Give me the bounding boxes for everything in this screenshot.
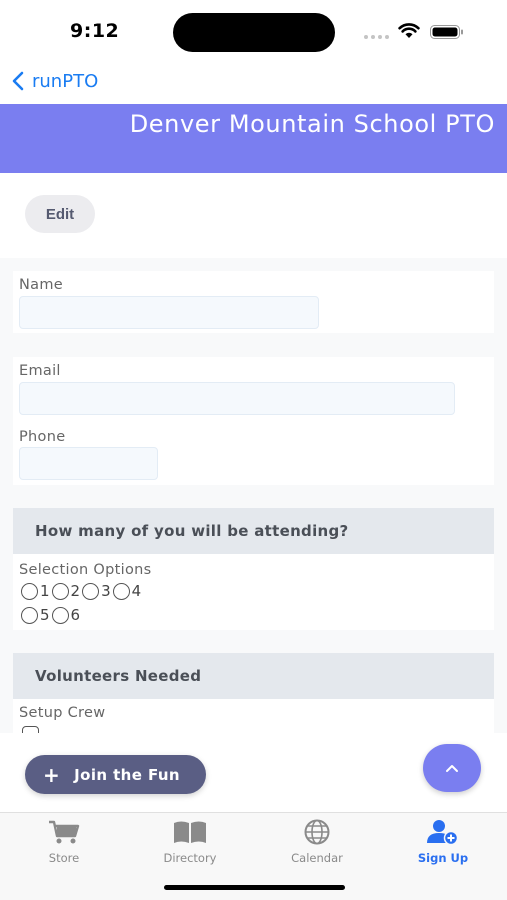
cart-icon (49, 820, 80, 844)
attending-section-header: How many of you will be attending? (13, 508, 494, 554)
attending-options-card: Selection Options 1 2 3 4 5 6 (13, 554, 494, 630)
radio-circle[interactable] (51, 582, 69, 600)
plus-icon: + (43, 762, 61, 787)
radio-label: 1 (40, 582, 50, 600)
tab-label: Store (48, 851, 80, 865)
radio-option[interactable]: 5 (21, 606, 52, 624)
edit-strip: Edit (0, 173, 507, 258)
radio-row-1: 1 2 3 4 (21, 582, 143, 600)
page-title: Denver Mountain School PTO (129, 110, 495, 138)
radio-label: 5 (40, 606, 50, 624)
wifi-icon (398, 23, 420, 38)
back-label: runPTO (32, 70, 99, 92)
radio-label: 2 (70, 582, 81, 600)
radio-option[interactable]: 4 (112, 582, 144, 600)
contact-card: Email Phone (13, 357, 494, 485)
tab-directory[interactable]: Directory (135, 819, 245, 865)
battery-icon (430, 25, 463, 39)
tab-sign-up[interactable]: Sign Up (388, 819, 498, 865)
volunteers-section-header: Volunteers Needed (13, 653, 494, 699)
status-bar: 9:12 (0, 0, 507, 62)
radio-label: 6 (70, 606, 81, 624)
email-label: Email (19, 363, 61, 379)
phone-input[interactable] (19, 447, 158, 480)
home-indicator (164, 885, 345, 890)
add-user-icon (427, 820, 459, 845)
cellular-signal-icon (364, 35, 390, 39)
join-label: Join the Fun (74, 765, 181, 784)
book-icon (174, 821, 206, 843)
dynamic-island (173, 13, 335, 52)
radio-circle[interactable] (51, 606, 69, 624)
radio-label: 4 (131, 582, 142, 600)
tab-store[interactable]: Store (9, 819, 119, 865)
join-the-fun-button[interactable]: + Join the Fun (25, 755, 206, 794)
radio-option[interactable]: 1 (21, 582, 52, 600)
radio-circle[interactable] (112, 582, 130, 600)
globe-icon (304, 819, 330, 845)
radio-label: 3 (101, 582, 111, 600)
radio-circle[interactable] (21, 582, 38, 600)
name-card: Name (13, 271, 494, 333)
selection-options-label: Selection Options (19, 562, 152, 578)
scroll-to-top-button[interactable] (423, 744, 481, 792)
radio-circle[interactable] (21, 606, 38, 624)
radio-option[interactable]: 2 (51, 582, 83, 600)
radio-option[interactable]: 3 (82, 582, 113, 600)
radio-option[interactable]: 6 (51, 606, 83, 624)
edit-button[interactable]: Edit (25, 195, 95, 233)
email-input[interactable] (19, 382, 455, 415)
tab-label: Sign Up (417, 851, 469, 865)
signup-form-area[interactable]: Edit Name Email Phone How many of you wi… (0, 173, 507, 733)
chevron-up-icon (446, 764, 458, 772)
name-label: Name (19, 277, 63, 293)
phone-label: Phone (19, 429, 66, 445)
radio-row-2: 5 6 (21, 606, 82, 624)
name-input[interactable] (19, 296, 319, 329)
chevron-left-icon (12, 71, 24, 91)
setup-crew-label: Setup Crew (19, 705, 106, 721)
volunteers-card: Setup Crew (13, 699, 494, 733)
header-banner: Denver Mountain School PTO (0, 104, 507, 173)
back-button[interactable]: runPTO (12, 68, 98, 94)
tab-label: Directory (163, 851, 217, 865)
radio-circle[interactable] (82, 582, 100, 600)
status-time: 9:12 (70, 20, 120, 42)
setup-crew-checkbox[interactable] (22, 726, 39, 733)
tab-calendar[interactable]: Calendar (262, 819, 372, 865)
tab-label: Calendar (291, 851, 343, 865)
